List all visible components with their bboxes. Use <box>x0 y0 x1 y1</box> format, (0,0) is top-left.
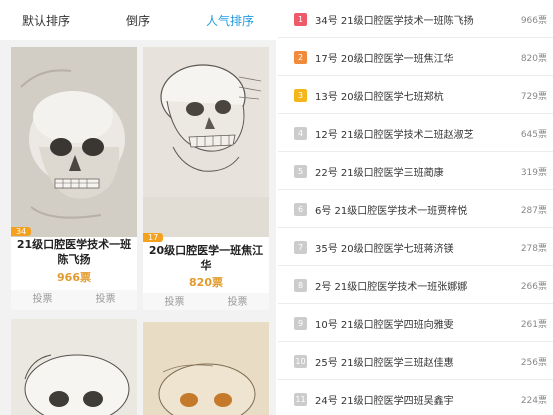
ranking-row[interactable]: 2 17号 20级口腔医学一班焦江华 820票 <box>278 39 553 76</box>
ranking-entry-label: 10号 21级口腔医学四班向雅雯 <box>315 319 454 331</box>
artwork-card[interactable]: 34 21级口腔医学技术一班 陈飞扬 966票 投票 投票 <box>11 47 137 310</box>
ranking-row[interactable]: 1 34号 21级口腔医学技术一班陈飞扬 966票 <box>278 1 553 38</box>
artwork-image[interactable] <box>143 47 269 237</box>
ranking-row[interactable]: 4 12号 21级口腔医学技术二班赵淑芝 645票 <box>278 115 553 152</box>
artwork-card[interactable]: 17 20级口腔医学一班焦江 华 820票 投票 投票 <box>143 47 269 310</box>
ranking-vote-count: 256票 <box>520 357 547 368</box>
artwork-card[interactable] <box>143 322 269 415</box>
ranking-entry-label: 34号 21级口腔医学技术一班陈飞扬 <box>315 15 474 27</box>
ranking-vote-count: 645票 <box>520 129 547 140</box>
card-vote-count: 966票 <box>57 271 91 284</box>
sort-tab-default[interactable]: 默认排序 <box>0 12 92 29</box>
rank-position-badge: 2 <box>294 50 307 64</box>
artwork-image[interactable] <box>11 47 137 237</box>
ranking-entry-label: 12号 21级口腔医学技术二班赵淑芝 <box>315 129 474 141</box>
ranking-panel: 1 34号 21级口腔医学技术一班陈飞扬 966票 2 17号 20级口腔医学一班焦江华… <box>278 0 553 415</box>
vote-button-secondary[interactable]: 投票 <box>206 293 269 310</box>
ranking-row[interactable]: 6 6号 21级口腔医学技术一班贾梓悦 287票 <box>278 191 553 228</box>
vote-button[interactable]: 投票 <box>143 293 206 310</box>
rank-position-badge: 4 <box>294 126 307 140</box>
ranking-row[interactable]: 10 25号 21级口腔医学三班赵佳惠 256票 <box>278 343 553 380</box>
ranking-entry-label: 35号 20级口腔医学七班蒋济镁 <box>315 243 454 255</box>
ranking-vote-count: 278票 <box>520 243 547 254</box>
rank-badge: 34 <box>11 227 32 236</box>
ranking-row[interactable]: 3 13号 20级口腔医学七班郑杭 729票 <box>278 77 553 114</box>
ranking-vote-count: 224票 <box>520 395 547 406</box>
ranking-vote-count: 287票 <box>520 205 547 216</box>
ranking-vote-count: 729票 <box>520 91 547 102</box>
sort-bar: 默认排序 倒序 人气排序 <box>0 0 276 40</box>
ranking-entry-label: 24号 21级口腔医学四班吴鑫宇 <box>315 395 454 407</box>
ranking-row[interactable]: 11 24号 21级口腔医学四班吴鑫宇 224票 <box>278 381 553 415</box>
ranking-entry-label: 2号 21级口腔医学技术一班张娜娜 <box>315 281 468 293</box>
ranking-vote-count: 820票 <box>520 53 547 64</box>
ranking-vote-count: 319票 <box>520 167 547 178</box>
rank-position-badge: 9 <box>294 316 307 330</box>
artwork-card[interactable] <box>11 319 137 415</box>
card-title-line1: 21级口腔医学技术一班 <box>16 238 132 251</box>
vote-button-secondary[interactable]: 投票 <box>74 290 137 310</box>
rank-position-badge: 10 <box>294 354 307 368</box>
card-title-line2: 华 <box>200 259 212 272</box>
rank-position-badge: 3 <box>294 88 307 102</box>
rank-position-badge: 6 <box>294 202 307 216</box>
rank-badge: 17 <box>143 233 164 242</box>
artwork-image[interactable] <box>143 322 269 415</box>
vote-button[interactable]: 投票 <box>11 290 74 310</box>
ranking-row[interactable]: 5 22号 21级口腔医学三班蔺康 319票 <box>278 153 553 190</box>
card-title-line1: 20级口腔医学一班焦江 <box>148 244 264 257</box>
ranking-row[interactable]: 9 10号 21级口腔医学四班向雅雯 261票 <box>278 305 553 342</box>
ranking-vote-count: 966票 <box>520 15 547 26</box>
ranking-entry-label: 17号 20级口腔医学一班焦江华 <box>315 53 454 65</box>
rank-position-badge: 11 <box>294 392 307 406</box>
sort-tab-popularity[interactable]: 人气排序 <box>184 12 276 29</box>
ranking-row[interactable]: 8 2号 21级口腔医学技术一班张娜娜 266票 <box>278 267 553 304</box>
ranking-entry-label: 6号 21级口腔医学技术一班贾梓悦 <box>315 205 468 217</box>
artwork-image[interactable] <box>11 319 137 415</box>
ranking-vote-count: 266票 <box>520 281 547 292</box>
card-title-line2: 陈飞扬 <box>57 253 91 266</box>
sort-tab-reverse[interactable]: 倒序 <box>92 12 184 29</box>
rank-position-badge: 7 <box>294 240 307 254</box>
card-vote-count: 820票 <box>189 276 223 289</box>
card-actions: 投票 投票 <box>143 293 269 310</box>
ranking-entry-label: 25号 21级口腔医学三班赵佳惠 <box>315 357 454 369</box>
rank-position-badge: 1 <box>294 12 307 26</box>
ranking-entry-label: 22号 21级口腔医学三班蔺康 <box>315 167 444 179</box>
ranking-entry-label: 13号 20级口腔医学七班郑杭 <box>315 91 444 103</box>
rank-position-badge: 5 <box>294 164 307 178</box>
card-actions: 投票 投票 <box>11 290 137 310</box>
ranking-row[interactable]: 7 35号 20级口腔医学七班蒋济镁 278票 <box>278 229 553 266</box>
rank-position-badge: 8 <box>294 278 307 292</box>
ranking-vote-count: 261票 <box>520 319 547 330</box>
gallery-panel: 默认排序 倒序 人气排序 34 21级口腔医学技术一班 陈飞扬 966票 投票 … <box>0 0 276 415</box>
